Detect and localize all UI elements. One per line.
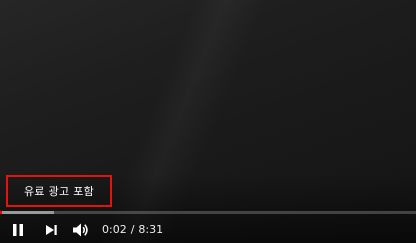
- paid-promotion-label: 유료 광고 포함: [23, 185, 95, 198]
- progress-bar[interactable]: [0, 211, 416, 214]
- time-separator: /: [130, 223, 135, 236]
- progress-loaded: [0, 211, 55, 214]
- play-pause-button[interactable]: [0, 216, 36, 243]
- progress-played: [0, 211, 2, 214]
- volume-button[interactable]: [66, 216, 96, 243]
- current-time: 0:02: [102, 223, 127, 236]
- volume-icon: [73, 223, 88, 236]
- video-player[interactable]: 유료 광고 포함 0:02 / 8:31: [0, 0, 416, 243]
- time-display: 0:02 / 8:31: [102, 223, 163, 236]
- next-button[interactable]: [36, 216, 66, 243]
- duration: 8:31: [138, 223, 164, 236]
- player-controls: 0:02 / 8:31: [0, 216, 416, 243]
- paid-promotion-highlight: 유료 광고 포함: [6, 175, 112, 207]
- next-track-icon: [45, 224, 57, 235]
- pause-icon: [13, 223, 23, 236]
